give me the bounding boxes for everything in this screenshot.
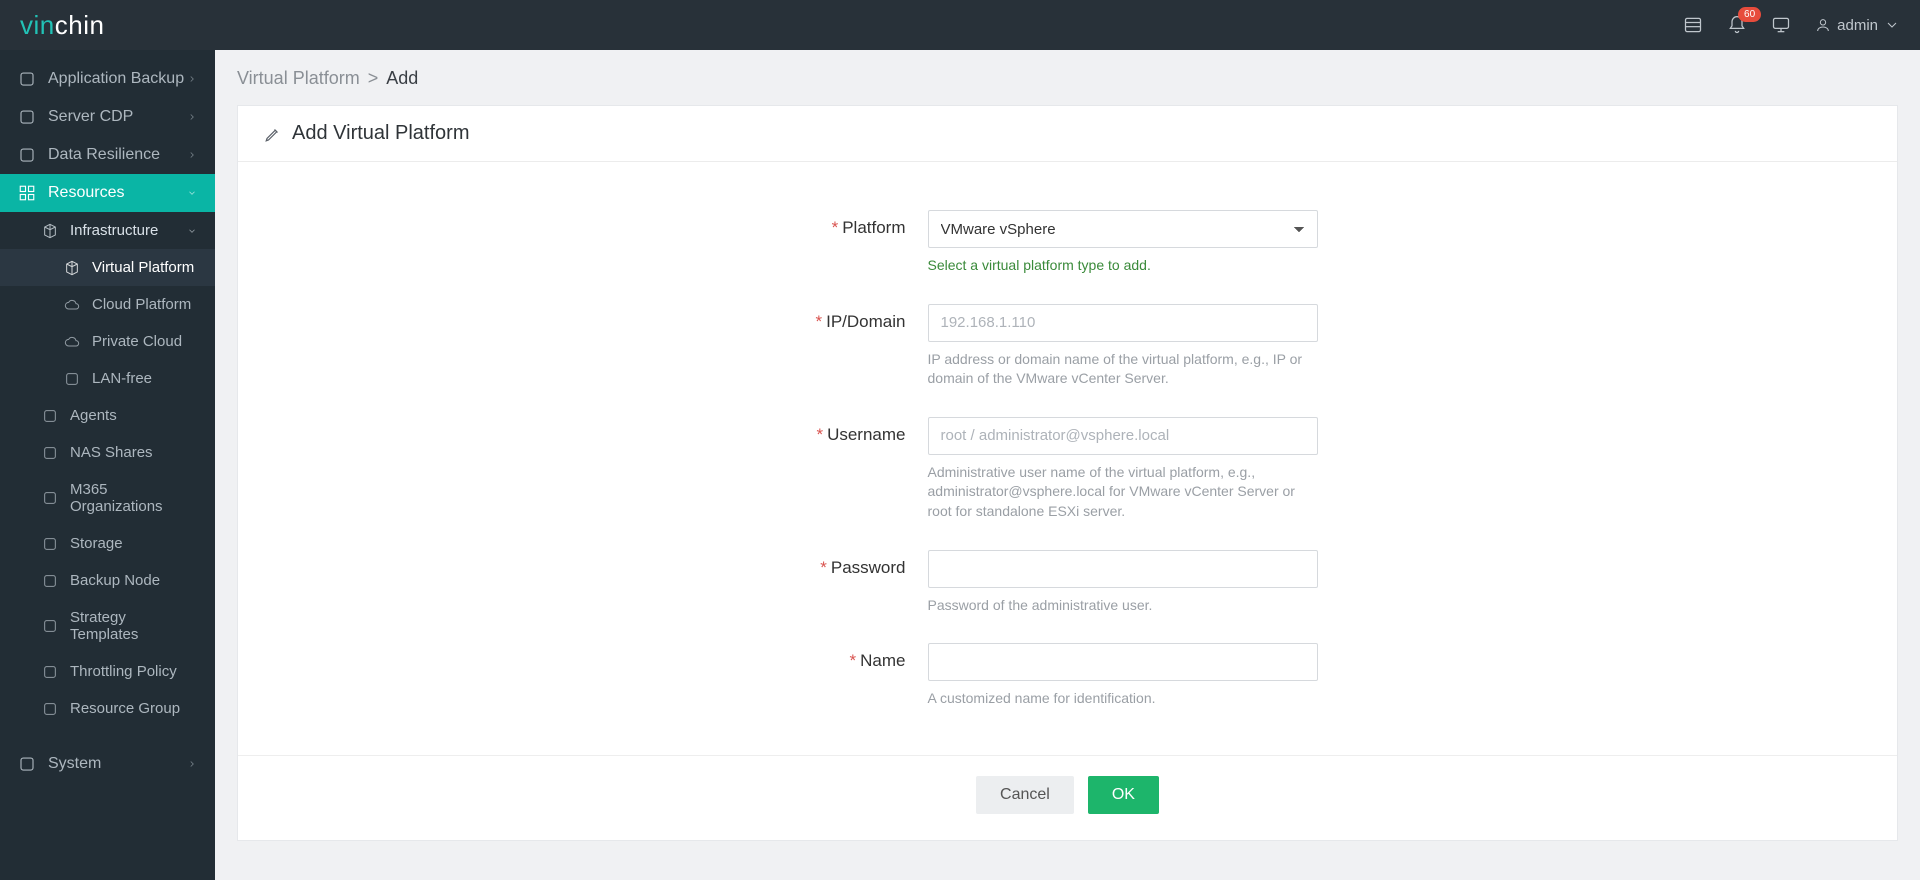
label-username: *Username xyxy=(518,417,928,445)
sidebar-item-label: Application Backup xyxy=(48,70,184,88)
sidebar: Application Backup Server CDP Data Resilie… xyxy=(0,50,215,880)
ok-button[interactable]: OK xyxy=(1088,776,1159,814)
sidebar-item-label: System xyxy=(48,755,101,773)
sidebar-item-label: Data Resilience xyxy=(48,146,160,164)
panel: Add Virtual Platform *Platform VMware vS… xyxy=(237,105,1898,841)
sidebar-item-storage[interactable]: Storage xyxy=(0,525,215,562)
sidebar-item-data-resilience[interactable]: Data Resilience xyxy=(0,136,215,174)
panel-header: Add Virtual Platform xyxy=(238,106,1897,162)
sidebar-item-label: M365 Organizations xyxy=(70,481,197,515)
breadcrumb-current: Add xyxy=(386,68,418,89)
sidebar-item-lan-free[interactable]: LAN-free xyxy=(0,360,215,397)
sidebar-item-label: NAS Shares xyxy=(70,444,153,461)
ipdomain-input[interactable] xyxy=(928,304,1318,342)
sidebar-item-backup-node[interactable]: Backup Node xyxy=(0,562,215,599)
sidebar-item-label: Storage xyxy=(70,535,123,552)
sidebar-item-virtual-platform[interactable]: Virtual Platform xyxy=(0,249,215,286)
sidebar-item-private-cloud[interactable]: Private Cloud xyxy=(0,323,215,360)
topbar: vinchin 60 admin xyxy=(0,0,1920,50)
list-icon[interactable] xyxy=(1683,15,1703,35)
sidebar-item-application-backup[interactable]: Application Backup xyxy=(0,60,215,98)
password-input[interactable] xyxy=(928,550,1318,588)
sidebar-item-m365-organizations[interactable]: M365 Organizations xyxy=(0,471,215,525)
row-username: *Username Administrative user name of th… xyxy=(518,417,1618,522)
sidebar-item-label: Resources xyxy=(48,184,124,202)
row-ipdomain: *IP/Domain IP address or domain name of … xyxy=(518,304,1618,389)
help-platform: Select a virtual platform type to add. xyxy=(928,256,1318,276)
sidebar-item-resource-group[interactable]: Resource Group xyxy=(0,690,215,727)
help-ipdomain: IP address or domain name of the virtual… xyxy=(928,350,1318,389)
sidebar-item-cloud-platform[interactable]: Cloud Platform xyxy=(0,286,215,323)
sidebar-item-resources[interactable]: Resources xyxy=(0,174,215,212)
sidebar-item-system[interactable]: System xyxy=(0,745,215,783)
sidebar-item-agents[interactable]: Agents xyxy=(0,397,215,434)
logo-part2: chin xyxy=(55,10,105,40)
breadcrumb-sep: > xyxy=(368,68,379,89)
panel-title: Add Virtual Platform xyxy=(292,122,470,145)
sidebar-item-strategy-templates[interactable]: Strategy Templates xyxy=(0,599,215,653)
help-username: Administrative user name of the virtual … xyxy=(928,463,1318,522)
breadcrumb-parent[interactable]: Virtual Platform xyxy=(237,68,360,89)
label-name: *Name xyxy=(518,643,928,671)
edit-icon xyxy=(264,125,282,143)
sidebar-item-label: Cloud Platform xyxy=(92,296,191,313)
cancel-button[interactable]: Cancel xyxy=(976,776,1074,814)
username-input[interactable] xyxy=(928,417,1318,455)
sidebar-item-label: Agents xyxy=(70,407,117,424)
sidebar-item-label: Private Cloud xyxy=(92,333,182,350)
name-input[interactable] xyxy=(928,643,1318,681)
chevron-down-icon xyxy=(1884,17,1900,33)
sidebar-item-label: Backup Node xyxy=(70,572,160,589)
sidebar-item-server-cdp[interactable]: Server CDP xyxy=(0,98,215,136)
sidebar-item-nas-shares[interactable]: NAS Shares xyxy=(0,434,215,471)
row-name: *Name A customized name for identificati… xyxy=(518,643,1618,709)
sidebar-item-infrastructure[interactable]: Infrastructure xyxy=(0,212,215,249)
logo: vinchin xyxy=(20,10,104,41)
breadcrumb: Virtual Platform > Add xyxy=(237,68,1898,89)
form: *Platform VMware vSphere Select a virtua… xyxy=(238,162,1897,747)
user-menu[interactable]: admin xyxy=(1815,17,1900,34)
logo-part1: vin xyxy=(20,10,55,40)
monitor-icon[interactable] xyxy=(1771,15,1791,35)
help-password: Password of the administrative user. xyxy=(928,596,1318,616)
sidebar-item-label: Virtual Platform xyxy=(92,259,194,276)
sidebar-item-label: Server CDP xyxy=(48,108,133,126)
row-platform: *Platform VMware vSphere Select a virtua… xyxy=(518,210,1618,276)
topbar-right: 60 admin xyxy=(1683,15,1900,35)
platform-select[interactable]: VMware vSphere xyxy=(928,210,1318,248)
label-password: *Password xyxy=(518,550,928,578)
label-platform: *Platform xyxy=(518,210,928,238)
sidebar-item-label: LAN-free xyxy=(92,370,152,387)
content: Virtual Platform > Add Add Virtual Platf… xyxy=(215,50,1920,880)
label-ipdomain: *IP/Domain xyxy=(518,304,928,332)
sidebar-item-throttling-policy[interactable]: Throttling Policy xyxy=(0,653,215,690)
sidebar-item-label: Resource Group xyxy=(70,700,180,717)
sidebar-item-label: Infrastructure xyxy=(70,222,158,239)
user-label: admin xyxy=(1837,17,1878,34)
notification-badge: 60 xyxy=(1738,7,1761,22)
help-name: A customized name for identification. xyxy=(928,689,1318,709)
row-password: *Password Password of the administrative… xyxy=(518,550,1618,616)
bell-icon[interactable]: 60 xyxy=(1727,15,1747,35)
sidebar-item-label: Throttling Policy xyxy=(70,663,177,680)
actions: Cancel OK xyxy=(238,755,1897,840)
sidebar-item-label: Strategy Templates xyxy=(70,609,197,643)
